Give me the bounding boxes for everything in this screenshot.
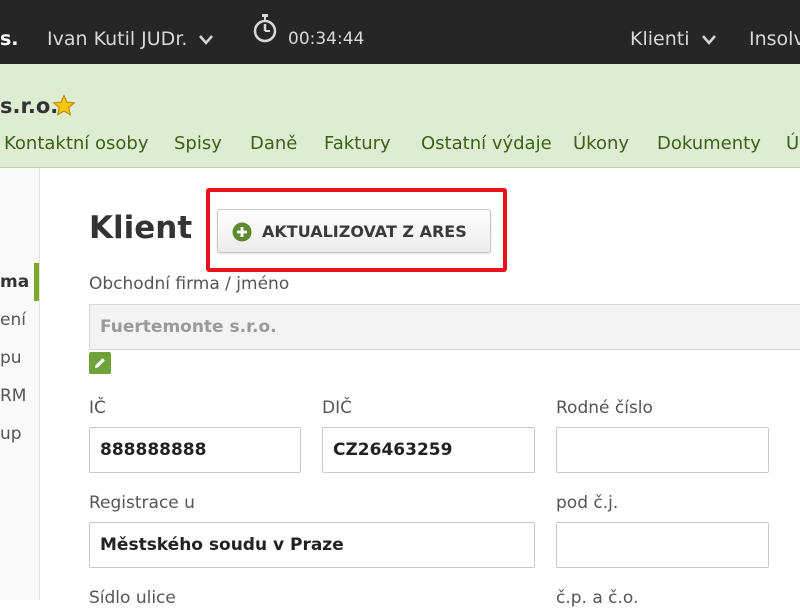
tab-faktury[interactable]: Faktury: [324, 133, 391, 154]
case-number-label: pod č.j.: [556, 493, 619, 513]
company-name: s.r.o.: [0, 94, 59, 118]
tab-ukony[interactable]: Úkony: [573, 133, 629, 154]
sidebar-item-2[interactable]: ení: [0, 310, 28, 330]
house-number-label: č.p. a č.o.: [556, 588, 639, 608]
sidebar-item-firma[interactable]: ma: [0, 272, 28, 292]
company-name-label: Obchodní firma / jméno: [89, 274, 290, 294]
case-number-input[interactable]: [556, 522, 769, 568]
company-name-input[interactable]: [89, 304, 800, 350]
tab-more[interactable]: Ú: [786, 133, 799, 154]
edit-company-name-button[interactable]: [89, 352, 111, 374]
insolv-menu[interactable]: Insolv: [749, 27, 800, 51]
user-menu[interactable]: Ivan Kutil JUDr.: [47, 27, 214, 51]
stopwatch-icon[interactable]: [252, 13, 278, 43]
tab-ostatni-vydaje[interactable]: Ostatní výdaje: [421, 133, 552, 154]
clients-menu[interactable]: Klienti: [630, 27, 716, 51]
sidebar-item-3[interactable]: pu: [0, 348, 28, 368]
registration-label: Registrace u: [89, 493, 195, 513]
tab-kontaktni-osoby[interactable]: Kontaktní osoby: [4, 133, 149, 154]
clients-menu-label: Klienti: [630, 28, 690, 50]
user-name: Ivan Kutil JUDr.: [47, 28, 188, 50]
birth-number-input[interactable]: [556, 427, 769, 473]
timer-display: 00:34:44: [288, 29, 365, 49]
brand-fragment[interactable]: s.: [0, 27, 19, 51]
ic-input[interactable]: [89, 427, 301, 473]
sidebar-item-5[interactable]: up: [0, 424, 28, 444]
tab-dokumenty[interactable]: Dokumenty: [657, 133, 761, 154]
update-from-ares-button[interactable]: AKTUALIZOVAT Z ARES: [217, 209, 491, 253]
client-header: s.r.o. Kontaktní osoby Spisy Daně Faktur…: [0, 64, 800, 168]
tab-dane[interactable]: Daně: [250, 133, 297, 154]
tab-spisy[interactable]: Spisy: [174, 133, 222, 154]
registration-input[interactable]: [89, 522, 535, 568]
top-bar: s. Ivan Kutil JUDr. 00:34:44 Klienti Ins…: [0, 0, 800, 64]
ic-label: IČ: [89, 398, 106, 418]
birth-number-label: Rodné číslo: [556, 398, 653, 418]
chevron-down-icon: [199, 34, 214, 45]
left-sidebar: ma ení pu RM up: [0, 168, 40, 600]
chevron-down-icon: [701, 34, 716, 45]
street-label: Sídlo ulice: [89, 588, 176, 608]
pencil-icon: [95, 358, 105, 368]
sidebar-item-4[interactable]: RM: [0, 386, 28, 406]
dic-label: DIČ: [322, 398, 352, 418]
page-title: Klient: [89, 210, 193, 246]
update-from-ares-label: AKTUALIZOVAT Z ARES: [262, 222, 467, 241]
plus-circle-icon: [232, 222, 252, 242]
star-icon[interactable]: [52, 94, 76, 118]
sidebar-active-indicator: [34, 263, 39, 301]
dic-input[interactable]: [322, 427, 535, 473]
